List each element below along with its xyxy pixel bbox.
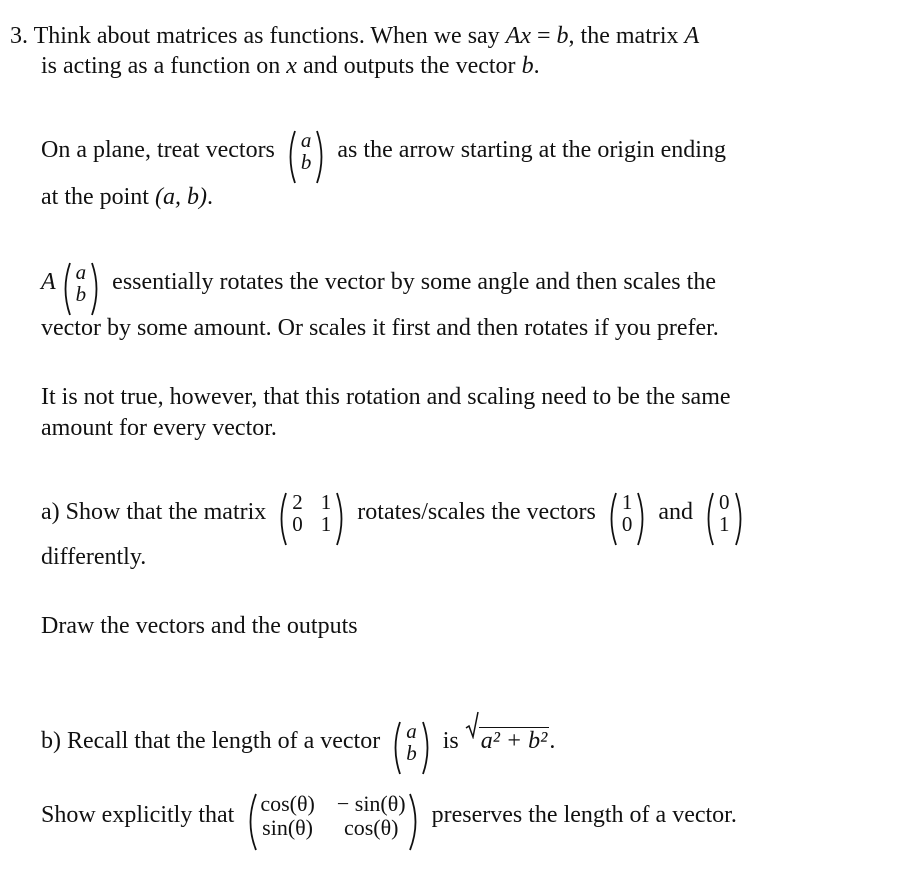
vector-ab: ab [285, 128, 328, 184]
part-a-line-2: differently. [41, 542, 146, 572]
vector-cell: 0 [621, 512, 633, 537]
rotate-text: essentially rotates the vector by some a… [112, 269, 716, 295]
problem-intro-line-1: 3. Think about matrices as functions. Wh… [10, 21, 699, 51]
left-paren [280, 493, 288, 546]
vector-cell: b [300, 150, 312, 175]
vector-ab: ab [390, 719, 433, 775]
matrix-cell: 0 [292, 512, 303, 537]
plane-line2-text: at the point [41, 184, 155, 210]
matrix-cell: sin(θ) [262, 815, 314, 841]
right-paren [637, 493, 644, 546]
part-b-show-text-cont: preserves the length of a vector. [431, 802, 737, 828]
matrix-cell: cos(θ) [343, 815, 399, 841]
not-true-line-1: It is not true, however, that this rotat… [41, 382, 731, 412]
var-b: b [521, 53, 534, 79]
right-paren [408, 794, 417, 851]
plane-text: On a plane, treat vectors [41, 137, 275, 163]
left-paren [394, 722, 402, 775]
sqrt-expression: a² + b² [465, 711, 550, 769]
vector-cell: 0 [719, 490, 730, 515]
part-a-draw-instruction: Draw the vectors and the outputs [41, 613, 358, 639]
matrix-var: A [684, 23, 700, 49]
problem-intro-line-2: is acting as a function on x and outputs… [41, 51, 540, 81]
plane-paragraph-line-1: On a plane, treat vectors ab as the arro… [41, 122, 726, 184]
vector-cell: b [75, 282, 87, 307]
vector-cell: a [406, 719, 417, 744]
right-paren [316, 131, 323, 184]
matrix-cell: 2 [292, 490, 303, 515]
vector-e1: 10 [606, 490, 649, 546]
matrix-2x2: 2 1 0 1 [276, 490, 347, 546]
vector-cell: 1 [621, 490, 633, 515]
var-x: x [286, 53, 297, 79]
and-text: and [658, 499, 694, 525]
problem-document: 3. Think about matrices as functions. Wh… [0, 0, 922, 878]
right-paren [734, 493, 741, 546]
vector-cell: 1 [719, 512, 730, 537]
problem-number: 3. [10, 23, 28, 49]
vector-e2: 01 [703, 490, 746, 546]
part-a-differently: differently. [41, 544, 147, 570]
sqrt-body: a² + b² [478, 727, 550, 754]
matrix-cell: 1 [320, 512, 332, 537]
part-b-show-text: Show explicitly that [41, 802, 235, 828]
left-paren [64, 263, 71, 316]
part-a-text: a) Show that the matrix [41, 499, 267, 525]
equation-lhs: Ax [505, 23, 531, 49]
equation-equals: = [537, 23, 551, 49]
not-true-text-cont: amount for every vector. [41, 415, 277, 441]
right-paren [91, 263, 98, 316]
part-b-text: b) Recall that the length of a vector [41, 728, 381, 754]
plane-paragraph-line-2: at the point (a, b). [41, 182, 213, 212]
left-paren [610, 493, 617, 546]
vector-cell: b [406, 741, 417, 766]
intro-line2-text: is acting as a function on [41, 53, 287, 79]
intro-text: Think about matrices as functions. When … [33, 23, 506, 49]
is-text: is [442, 728, 459, 754]
matrix-cell: 1 [320, 490, 332, 515]
period: . [206, 184, 213, 210]
vector-cell: a [300, 128, 312, 153]
matrix-cell: cos(θ) [260, 791, 315, 817]
period: . [549, 728, 556, 754]
right-paren [421, 722, 429, 775]
part-a-text-cont: rotates/scales the vectors [357, 499, 596, 525]
rotation-matrix: cos(θ) − sin(θ) sin(θ) cos(θ) [244, 791, 421, 851]
period: . [533, 53, 540, 79]
rotate-line2-text: vector by some amount. Or scales it firs… [41, 315, 719, 341]
vector-ab: ab [60, 260, 103, 316]
right-paren [336, 493, 343, 546]
not-true-line-2: amount for every vector. [41, 413, 277, 443]
part-b-line-2: Show explicitly that cos(θ) − sin(θ) sin… [41, 786, 737, 851]
vector-cell: a [75, 260, 87, 285]
part-b-line-1: b) Recall that the length of a vector ab… [41, 711, 556, 775]
rotate-paragraph-line-2: vector by some amount. Or scales it firs… [41, 313, 719, 343]
matrix-var-A: A [41, 269, 56, 295]
rotate-paragraph-line-1: A ab essentially rotates the vector by s… [41, 254, 716, 316]
left-paren [289, 131, 296, 184]
equation-rhs: b [556, 23, 569, 49]
intro-line2-text-cont: and outputs the vector [296, 53, 522, 79]
not-true-text: It is not true, however, that this rotat… [41, 384, 731, 410]
left-paren [707, 493, 714, 546]
point-ab: (a, b) [154, 184, 207, 210]
intro-text-cont: , the matrix [568, 23, 685, 49]
part-a-draw-line: Draw the vectors and the outputs [41, 611, 358, 641]
plane-text-cont: as the arrow starting at the origin endi… [337, 137, 726, 163]
matrix-cell: − sin(θ) [336, 791, 406, 817]
left-paren [249, 794, 258, 851]
radical-sign-icon [465, 711, 479, 739]
part-a-line-1: a) Show that the matrix 2 1 0 1 rotates/… [41, 484, 750, 546]
